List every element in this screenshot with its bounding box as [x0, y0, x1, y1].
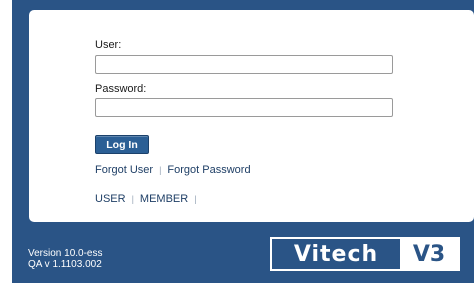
- login-background: User: Password: Log In Forgot User | Forgo…: [12, 0, 474, 283]
- role-links: USER | MEMBER |: [95, 193, 203, 205]
- link-separator: |: [194, 194, 197, 204]
- qa-version-text: QA v 1.1103.002: [28, 259, 102, 270]
- logo-badge: V3: [400, 239, 458, 269]
- password-input[interactable]: [95, 98, 393, 117]
- user-input[interactable]: [95, 55, 393, 74]
- logo-word: Vitech: [293, 241, 379, 267]
- member-link[interactable]: MEMBER: [140, 193, 188, 205]
- login-card: User: Password: Log In Forgot User | Forgo…: [29, 10, 474, 222]
- link-separator: |: [131, 194, 134, 204]
- forgot-links: Forgot User | Forgot Password: [95, 164, 251, 176]
- version-info: Version 10.0-ess QA v 1.1103.002: [28, 248, 103, 270]
- forgot-user-link[interactable]: Forgot User: [95, 164, 153, 176]
- user-label: User:: [95, 39, 122, 51]
- password-label: Password:: [95, 83, 147, 95]
- login-button[interactable]: Log In: [95, 135, 149, 154]
- vitech-logo: Vitech V3: [270, 237, 460, 271]
- forgot-password-link[interactable]: Forgot Password: [167, 164, 250, 176]
- user-link[interactable]: USER: [95, 193, 126, 205]
- link-separator: |: [159, 165, 162, 175]
- version-text: Version 10.0-ess: [28, 248, 103, 259]
